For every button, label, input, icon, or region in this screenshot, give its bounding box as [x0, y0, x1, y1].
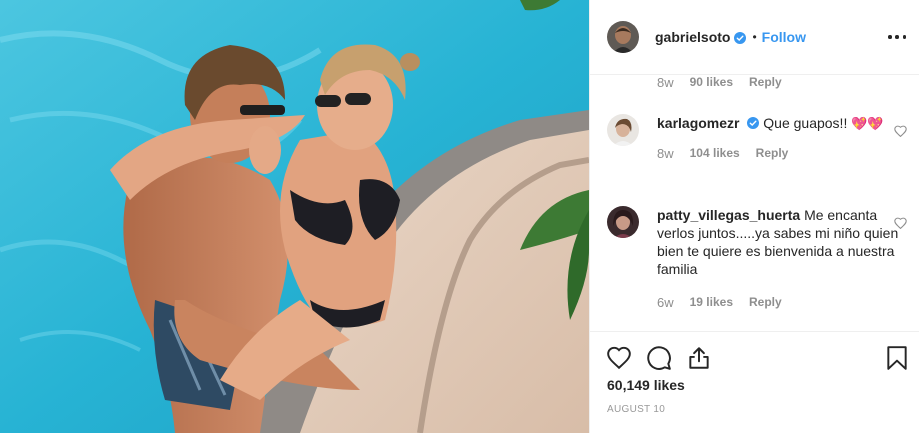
comment-item: patty_villegas_huerta Me encanta verlos … [607, 206, 907, 310]
comment-likes[interactable]: 19 likes [690, 295, 733, 309]
heart-emoji: 💖💖 [851, 116, 884, 131]
comment-body: karlagomezr Que guapos!! 💖💖 [657, 114, 901, 133]
comment-item: karlagomezr Que guapos!! 💖💖 8w 104 likes… [607, 114, 907, 161]
verified-badge-icon [734, 31, 747, 44]
post-side-panel: gabrielsoto • Follow 8w 90 likes Reply k… [589, 0, 919, 433]
comment-body: patty_villegas_huerta Me encanta verlos … [657, 206, 901, 278]
reply-button[interactable]: Reply [749, 76, 782, 89]
comment-time[interactable]: 8w [657, 146, 674, 161]
share-icon[interactable] [686, 345, 712, 371]
post-likes-count[interactable]: 60,149 likes [607, 377, 685, 393]
reply-button[interactable]: Reply [756, 146, 789, 160]
like-comment-heart-icon[interactable] [894, 124, 907, 138]
commenter-username[interactable]: karlagomezr [657, 115, 739, 131]
bookmark-icon[interactable] [886, 345, 912, 371]
comments-list[interactable]: 8w 90 likes Reply karlagomezr Que guapos… [590, 76, 919, 330]
comment-text: Que guapos!! [763, 115, 848, 131]
more-options-icon[interactable] [888, 28, 906, 46]
follow-button[interactable]: Follow [762, 29, 806, 45]
reply-button[interactable]: Reply [749, 295, 782, 309]
like-comment-heart-icon[interactable] [894, 216, 907, 230]
comment-time[interactable]: 8w [657, 76, 674, 90]
comment-meta: 8w 90 likes Reply [657, 76, 782, 90]
verified-badge-icon [747, 115, 760, 129]
comment-meta: 6w 19 likes Reply [657, 294, 907, 310]
heart-icon[interactable] [606, 345, 632, 371]
commenter-avatar[interactable] [607, 114, 639, 146]
post-header: gabrielsoto • Follow [590, 0, 919, 75]
comment-bubble-icon[interactable] [646, 345, 672, 371]
post-date[interactable]: AUGUST 10 [607, 404, 665, 415]
comment-likes[interactable]: 90 likes [690, 76, 733, 89]
photo-illustration [0, 0, 589, 433]
comment-meta: 8w 104 likes Reply [657, 145, 907, 161]
post-photo[interactable] [0, 0, 589, 433]
comment-likes[interactable]: 104 likes [690, 146, 740, 160]
author-username[interactable]: gabrielsoto [655, 29, 730, 45]
commenter-avatar[interactable] [607, 206, 639, 238]
comment-time[interactable]: 6w [657, 295, 674, 310]
author-avatar[interactable] [607, 21, 639, 53]
post-actions: 60,149 likes AUGUST 10 [590, 331, 919, 433]
separator-dot: • [752, 30, 757, 44]
commenter-username[interactable]: patty_villegas_huerta [657, 207, 800, 223]
